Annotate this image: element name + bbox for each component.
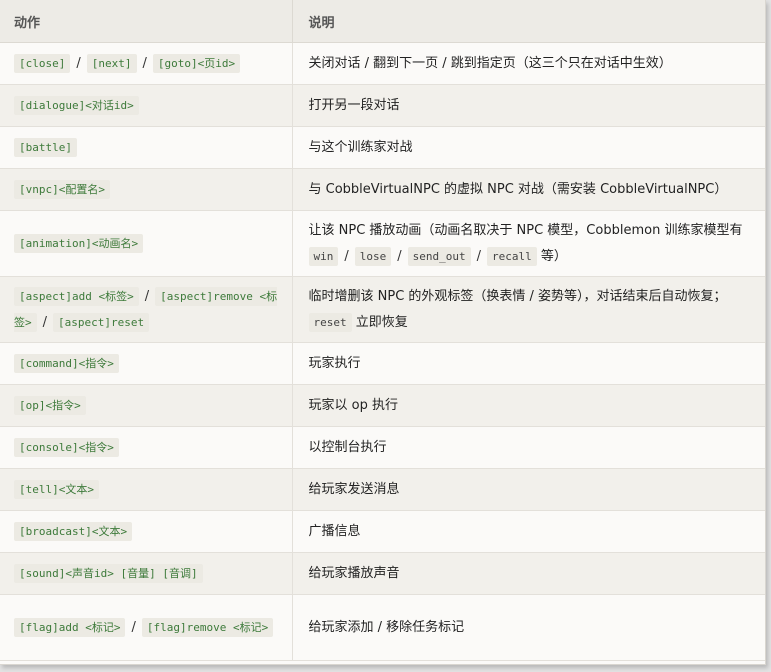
description-text: 等） <box>540 248 567 264</box>
code-token: [console]<指令> <box>14 437 119 457</box>
code-token: [sound]<声音id> [音量] [音调] <box>14 563 203 583</box>
description-text: 立即恢复 <box>355 314 408 330</box>
code-token: [flag]remove <标记> <box>141 617 274 637</box>
code-token: [flag]add <标记> <box>14 617 126 637</box>
code-token: [next] <box>86 53 137 73</box>
separator: / <box>42 314 48 330</box>
table-row: [aspect]add <标签> / [aspect]remove <标签> / [as… <box>0 276 765 343</box>
code-token: [command]<指令> <box>14 353 119 373</box>
description-cell: 以控制台执行 <box>291 426 765 469</box>
action-cell: [op]<指令> <box>0 384 292 427</box>
separator: / <box>476 248 482 264</box>
table-row: [broadcast]<文本> 广播信息 <box>0 510 765 553</box>
separator: / <box>142 55 147 71</box>
action-cell: [vnpc]<配置名> <box>0 168 292 211</box>
table-row: [flag]add <标记> / [flag]remove <标记> 给玩家添加 /… <box>0 594 765 661</box>
description-cell: 与这个训练家对战 <box>291 126 765 169</box>
separator: / <box>397 248 402 264</box>
table-row: [animation]<动画名> 让该 NPC 播放动画（动画名取决于 NPC … <box>0 210 765 277</box>
action-cell: [animation]<动画名> <box>0 210 292 277</box>
description-text: 临时增删该 NPC 的外观标签（换表情 / 姿势等），对话结束后自动恢复； <box>308 288 727 304</box>
code-token: [battle] <box>14 137 77 157</box>
table-header-row: 动作 说明 <box>0 0 765 43</box>
code-token: [animation]<动画名> <box>14 233 144 253</box>
code-token: send_out <box>407 246 471 266</box>
code-token: [close] <box>14 53 71 73</box>
actions-table: 动作 说明 [close] / [next] / [goto]<页id> 关闭对话 / … <box>0 0 766 665</box>
description-cell: 临时增删该 NPC 的外观标签（换表情 / 姿势等），对话结束后自动恢复； re… <box>291 276 765 343</box>
code-token: [goto]<页id> <box>152 53 241 73</box>
description-cell: 广播信息 <box>291 510 765 553</box>
action-cell: [dialogue]<对话id> <box>0 84 292 127</box>
description-cell: 让该 NPC 播放动画（动画名取决于 NPC 模型，Cobblemon 训练家模… <box>291 210 765 277</box>
table-row: [sound]<声音id> [音量] [音调] 给玩家播放声音 <box>0 552 765 595</box>
column-header-description: 说明 <box>291 0 765 43</box>
table-row: [op]<指令> 玩家以 op 执行 <box>0 384 765 427</box>
description-cell: 给玩家发送消息 <box>291 468 765 511</box>
action-cell: [close] / [next] / [goto]<页id> <box>0 42 292 85</box>
separator: / <box>144 288 150 304</box>
code-token: [tell]<文本> <box>14 479 99 499</box>
table-row: [tell]<文本> 给玩家发送消息 <box>0 468 765 511</box>
action-cell: [console]<指令> <box>0 426 292 469</box>
action-cell: [broadcast]<文本> <box>0 510 292 553</box>
code-token: [dialogue]<对话id> <box>14 95 139 115</box>
action-cell: [battle] <box>0 126 292 169</box>
table-row: [close] / [next] / [goto]<页id> 关闭对话 / 翻到下一页 … <box>0 42 765 85</box>
code-token: [aspect]reset <box>53 312 150 332</box>
action-cell: [aspect]add <标签> / [aspect]remove <标签> / [as… <box>0 276 292 343</box>
action-cell: [sound]<声音id> [音量] [音调] <box>0 552 292 595</box>
code-token: [vnpc]<配置名> <box>14 179 110 199</box>
description-cell: 打开另一段对话 <box>291 84 765 127</box>
code-token: lose <box>354 246 392 266</box>
code-token: reset <box>308 312 352 332</box>
column-header-action: 动作 <box>0 0 292 43</box>
separator: / <box>76 55 81 71</box>
table-row: [dialogue]<对话id> 打开另一段对话 <box>0 84 765 127</box>
description-cell: 玩家执行 <box>291 342 765 385</box>
table-row: [battle] 与这个训练家对战 <box>0 126 765 169</box>
code-token: [broadcast]<文本> <box>14 521 133 541</box>
code-token: [op]<指令> <box>14 395 86 415</box>
action-cell: [tell]<文本> <box>0 468 292 511</box>
table-row: [command]<指令> 玩家执行 <box>0 342 765 385</box>
code-token: [aspect]add <标签> <box>14 286 139 306</box>
code-token: win <box>308 246 339 266</box>
table-row: [console]<指令> 以控制台执行 <box>0 426 765 469</box>
description-cell: 与 CobbleVirtualNPC 的虚拟 NPC 对战（需安装 Cobble… <box>291 168 765 211</box>
description-cell: 关闭对话 / 翻到下一页 / 跳到指定页（这三个只在对话中生效） <box>291 42 765 85</box>
action-cell: [flag]add <标记> / [flag]remove <标记> <box>0 594 292 661</box>
separator: / <box>131 619 136 635</box>
table: 动作 说明 [close] / [next] / [goto]<页id> 关闭对话 / … <box>0 0 765 661</box>
table-row: [vnpc]<配置名> 与 CobbleVirtualNPC 的虚拟 NPC 对… <box>0 168 765 211</box>
description-text: 让该 NPC 播放动画（动画名取决于 NPC 模型，Cobblemon 训练家模… <box>308 222 743 238</box>
action-cell: [command]<指令> <box>0 342 292 385</box>
separator: / <box>344 248 349 264</box>
description-cell: 给玩家添加 / 移除任务标记 <box>291 594 765 661</box>
description-cell: 给玩家播放声音 <box>291 552 765 595</box>
description-cell: 玩家以 op 执行 <box>291 384 765 427</box>
code-token: recall <box>487 246 537 266</box>
